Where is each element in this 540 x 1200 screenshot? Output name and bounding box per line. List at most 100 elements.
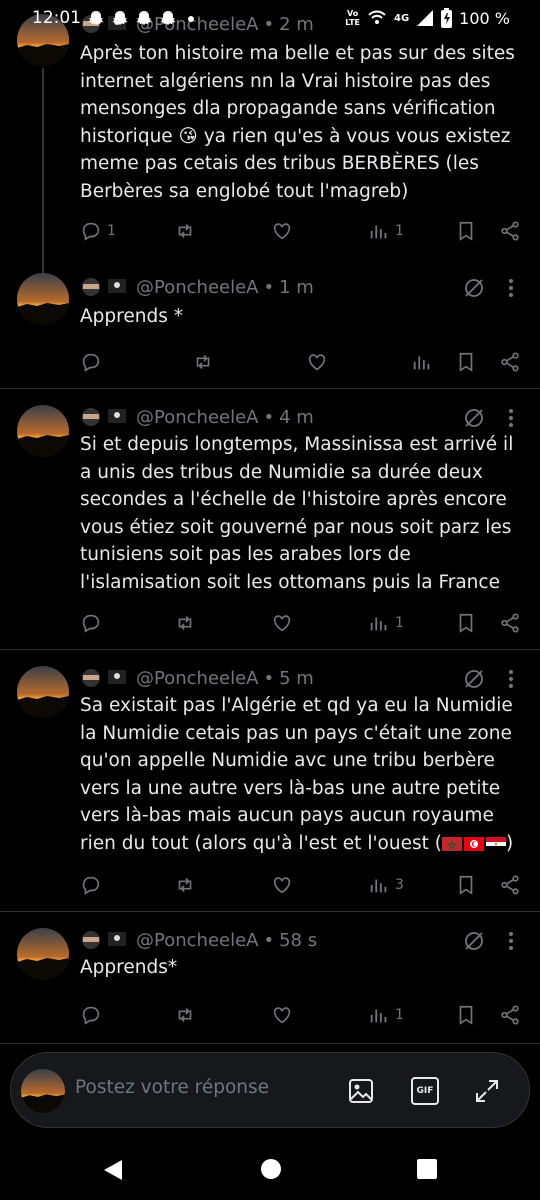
retweet-icon	[178, 877, 192, 893]
grok-icon[interactable]	[463, 277, 485, 299]
retweet-button[interactable]	[174, 874, 196, 896]
reply-icon	[82, 353, 100, 372]
tweet-handle[interactable]: @PoncheeleA	[136, 407, 258, 428]
tweet-time[interactable]: 4 m	[279, 407, 314, 428]
ninja-emoji-icon	[82, 278, 100, 296]
tweet-actions: 1	[0, 1004, 540, 1028]
like-button[interactable]	[271, 612, 293, 634]
tweet-text: Si et depuis longtemps, Massinissa est a…	[80, 434, 514, 593]
like-button[interactable]	[271, 220, 293, 242]
reply-composer[interactable]: Postez votre réponse GIF	[10, 1052, 530, 1128]
bookmark-button[interactable]	[455, 220, 477, 242]
avatar[interactable]	[17, 405, 69, 457]
gif-icon[interactable]: GIF	[411, 1077, 439, 1105]
like-icon	[273, 877, 291, 894]
notification-icons	[86, 9, 194, 29]
like-icon	[273, 615, 291, 632]
more-icon[interactable]	[502, 407, 520, 429]
snapchat-icon	[160, 11, 176, 25]
tweet-actions: 1	[0, 612, 540, 636]
grok-icon[interactable]	[463, 668, 485, 690]
tweet-time[interactable]: 58 s	[279, 930, 317, 951]
tweet-actions: 1 1	[0, 220, 540, 244]
share-button[interactable]	[499, 612, 521, 634]
morocco-flag-icon	[441, 836, 462, 851]
retweet-icon	[178, 1007, 192, 1023]
snapchat-icon	[136, 11, 152, 25]
more-icon[interactable]	[502, 668, 520, 690]
retweet-button[interactable]	[174, 612, 196, 634]
grok-icon[interactable]	[463, 930, 485, 952]
tweet-handle[interactable]: @PoncheeleA	[136, 668, 258, 689]
wifi-calling-icon	[368, 10, 386, 24]
home-icon[interactable]	[260, 1158, 282, 1180]
like-button[interactable]	[271, 1004, 293, 1026]
reply-button[interactable]	[80, 874, 102, 896]
reply-icon	[82, 222, 100, 241]
bookmark-button[interactable]	[455, 874, 477, 896]
tweet-handle[interactable]: @PoncheeleA	[136, 277, 258, 298]
more-icon[interactable]	[502, 930, 520, 952]
share-button[interactable]	[499, 220, 521, 242]
pirate-flag-icon	[108, 279, 126, 293]
recents-icon[interactable]	[416, 1158, 438, 1180]
tweet[interactable]: @PoncheeleA • 5 m Sa existait pas l'Algé…	[0, 650, 540, 912]
ninja-emoji-icon	[82, 408, 100, 426]
retweet-button[interactable]	[174, 1004, 196, 1026]
share-icon	[501, 352, 519, 372]
retweet-icon	[178, 615, 192, 631]
bookmark-icon	[459, 221, 473, 241]
volte-indicator: Vo LTE	[345, 9, 360, 27]
tweet-text: Apprends *	[80, 306, 183, 327]
avatar	[21, 1069, 65, 1113]
expand-icon[interactable]	[473, 1077, 501, 1105]
share-button[interactable]	[499, 1004, 521, 1026]
tweet[interactable]: @PoncheeleA • 1 m Apprends *	[0, 265, 540, 389]
retweet-icon	[178, 223, 192, 239]
retweet-button[interactable]	[174, 220, 196, 242]
reply-input[interactable]: Postez votre réponse	[75, 1077, 269, 1098]
retweet-button[interactable]	[192, 351, 214, 373]
tweet[interactable]: @PoncheeleA • 4 m Si et depuis longtemps…	[0, 389, 540, 650]
more-icon[interactable]	[502, 277, 520, 299]
share-button[interactable]	[499, 351, 521, 373]
bookmark-button[interactable]	[455, 351, 477, 373]
avatar[interactable]	[17, 928, 69, 980]
battery-icon	[441, 8, 453, 28]
bookmark-button[interactable]	[455, 1004, 477, 1026]
views-icon	[370, 617, 387, 631]
share-button[interactable]	[499, 874, 521, 896]
share-icon	[501, 221, 519, 241]
views-button[interactable]: 3	[368, 874, 404, 896]
avatar[interactable]	[17, 666, 69, 718]
reply-button[interactable]	[80, 612, 102, 634]
reply-button[interactable]	[80, 351, 102, 373]
more-notifications-dot	[188, 16, 194, 22]
image-icon[interactable]	[347, 1077, 375, 1105]
tweet-text: Sa existait pas l'Algérie et qd ya eu la…	[80, 695, 514, 854]
android-nav-bar	[0, 1140, 540, 1200]
back-icon[interactable]	[102, 1158, 124, 1182]
like-button[interactable]	[306, 351, 328, 373]
tweet-handle[interactable]: @PoncheeleA	[136, 930, 258, 951]
signal-icon	[417, 10, 434, 26]
like-icon	[273, 223, 291, 240]
grok-icon[interactable]	[463, 407, 485, 429]
like-button[interactable]	[271, 874, 293, 896]
tweet-time[interactable]: 5 m	[279, 668, 314, 689]
pirate-flag-icon	[108, 409, 126, 423]
reply-button[interactable]: 1	[80, 220, 116, 242]
tweet[interactable]: @PoncheeleA • 58 s Apprends* 1	[0, 912, 540, 1044]
views-button[interactable]: 1	[368, 1004, 404, 1026]
views-button[interactable]: 1	[368, 220, 404, 242]
reply-button[interactable]	[80, 1004, 102, 1026]
avatar[interactable]	[17, 273, 69, 325]
tweet-time[interactable]: 1 m	[279, 277, 314, 298]
pirate-flag-icon	[108, 670, 126, 684]
like-icon	[273, 1007, 291, 1024]
views-button[interactable]: 1	[368, 612, 404, 634]
views-button[interactable]	[411, 351, 433, 373]
bookmark-button[interactable]	[455, 612, 477, 634]
battery-level: 100 %	[459, 8, 510, 28]
network-type: 4G	[394, 12, 410, 24]
